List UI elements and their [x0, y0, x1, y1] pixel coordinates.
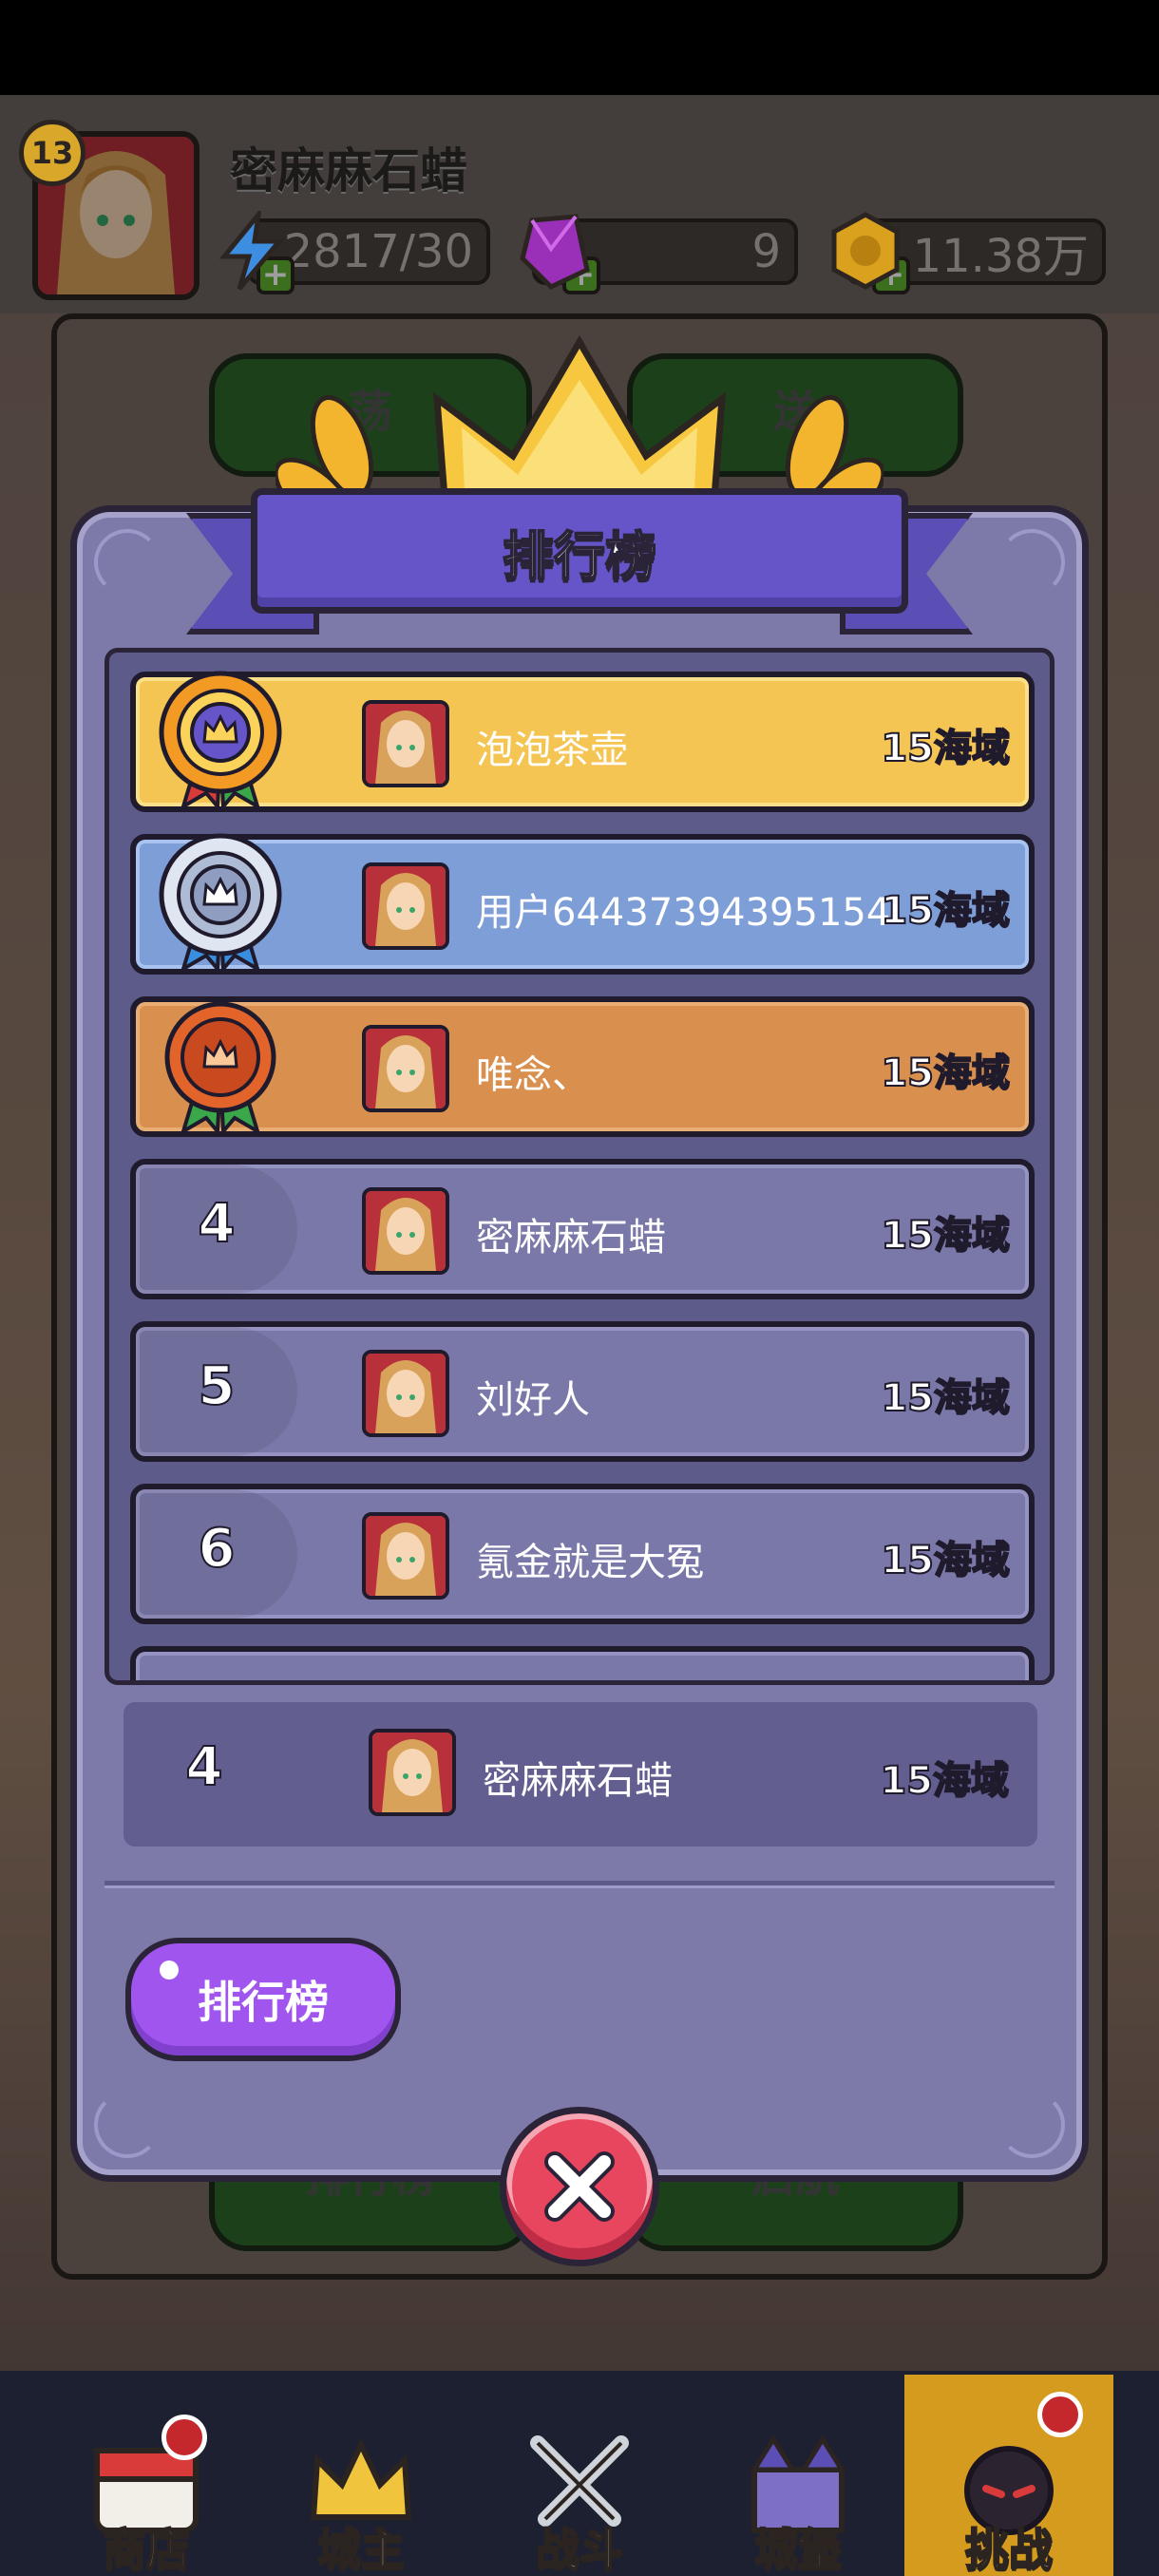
row-player-name: 唯念、: [476, 1053, 590, 1097]
leaderboard-row-partial[interactable]: [130, 1646, 1035, 1680]
corner-ornament: [94, 529, 161, 596]
hero-portrait-icon: [366, 866, 446, 946]
corner-ornament: [94, 2092, 161, 2158]
row-player-name: 密麻麻石蜡: [476, 1216, 666, 1260]
hero-portrait-icon: [366, 704, 446, 784]
row-avatar: [362, 862, 449, 950]
leaderboard-row[interactable]: 唯念、 15海域: [130, 996, 1035, 1137]
my-player-name: 密麻麻石蜡: [483, 1759, 673, 1803]
gem-icon: [520, 214, 590, 291]
challenge-notification-dot: [1037, 2392, 1083, 2437]
nav-item-challenge[interactable]: 挑战: [904, 2375, 1113, 2576]
coin-icon: [831, 212, 900, 290]
my-avatar: [369, 1729, 456, 1816]
rank-number: 4: [198, 1192, 237, 1256]
tab-leaderboard-label: 排行榜: [198, 1977, 329, 2028]
leaderboard-row[interactable]: 5 刘好人 15海域: [130, 1321, 1035, 1462]
row-zone: 15海域: [880, 1213, 1011, 1259]
row-player-name: 泡泡茶壶: [476, 729, 628, 772]
row-zone: 15海域: [880, 1051, 1011, 1096]
level-badge: 13: [19, 120, 86, 186]
row-player-name: 刘好人: [476, 1378, 590, 1422]
bronze-medal-icon: [164, 1001, 276, 1137]
leaderboard-list[interactable]: 泡泡茶壶 15海域 用户64437394395154 15海域 唯念、 15海域…: [104, 648, 1054, 1685]
hero-portrait-icon: [366, 1191, 446, 1271]
nav-label-lord: 城主: [316, 2523, 406, 2576]
nav-item-lord[interactable]: 城主: [256, 2375, 466, 2576]
shop-notification-dot: [162, 2415, 207, 2460]
modal-title: 排行榜: [502, 525, 657, 587]
hero-portrait-icon: [366, 1516, 446, 1596]
close-icon: [544, 2151, 615, 2222]
my-rank-number: 4: [185, 1735, 224, 1799]
silver-medal-icon: [159, 833, 282, 975]
row-avatar: [362, 1187, 449, 1275]
button-shine: [160, 1960, 179, 1979]
corner-ornament: [998, 2092, 1065, 2158]
row-player-name: 氪金就是大冤: [476, 1541, 704, 1584]
nav-label-shop: 商店: [102, 2523, 191, 2576]
hero-portrait-icon: [366, 1029, 446, 1108]
rank-number: 5: [198, 1354, 237, 1418]
nav-item-castle[interactable]: 城堡: [694, 2375, 902, 2576]
nav-label-challenge: 挑战: [964, 2523, 1054, 2576]
close-button[interactable]: [500, 2107, 659, 2266]
my-zone: 15海域: [879, 1758, 1010, 1804]
status-bar: [0, 0, 1159, 95]
hero-portrait-icon: [366, 1354, 446, 1433]
row-avatar: [362, 1512, 449, 1600]
row-avatar: [362, 700, 449, 787]
lightning-icon: [218, 211, 285, 291]
leaderboard-row[interactable]: 用户64437394395154 15海域: [130, 833, 1035, 975]
row-avatar: [362, 1025, 449, 1112]
row-zone: 15海域: [880, 726, 1011, 771]
leaderboard-row[interactable]: 泡泡茶壶 15海域: [130, 671, 1035, 812]
gold-medal-icon: [159, 671, 282, 812]
row-zone: 15海域: [880, 1538, 1011, 1583]
rank-number: 6: [198, 1517, 237, 1581]
leaderboard-row[interactable]: 6 氪金就是大冤 15海域: [130, 1484, 1035, 1624]
my-rank-row: 4 密麻麻石蜡 15海域: [124, 1702, 1037, 1847]
hero-portrait-icon: [372, 1733, 452, 1812]
row-zone: 15海域: [880, 888, 1011, 934]
nav-label-castle: 城堡: [753, 2523, 843, 2576]
divider: [104, 1881, 1054, 1888]
leaderboard-row[interactable]: 4 密麻麻石蜡 15海域: [130, 1159, 1035, 1299]
nav-label-battle: 战斗: [535, 2523, 624, 2576]
corner-ornament: [998, 529, 1065, 596]
row-player-name: 用户64437394395154: [476, 891, 891, 935]
row-avatar: [362, 1350, 449, 1437]
row-zone: 15海域: [880, 1375, 1011, 1421]
nav-item-shop[interactable]: 商店: [42, 2375, 251, 2576]
modal-title-banner: 排行榜: [251, 488, 908, 614]
tab-leaderboard[interactable]: 排行榜: [125, 1938, 401, 2061]
nav-item-battle[interactable]: 战斗: [475, 2375, 684, 2576]
